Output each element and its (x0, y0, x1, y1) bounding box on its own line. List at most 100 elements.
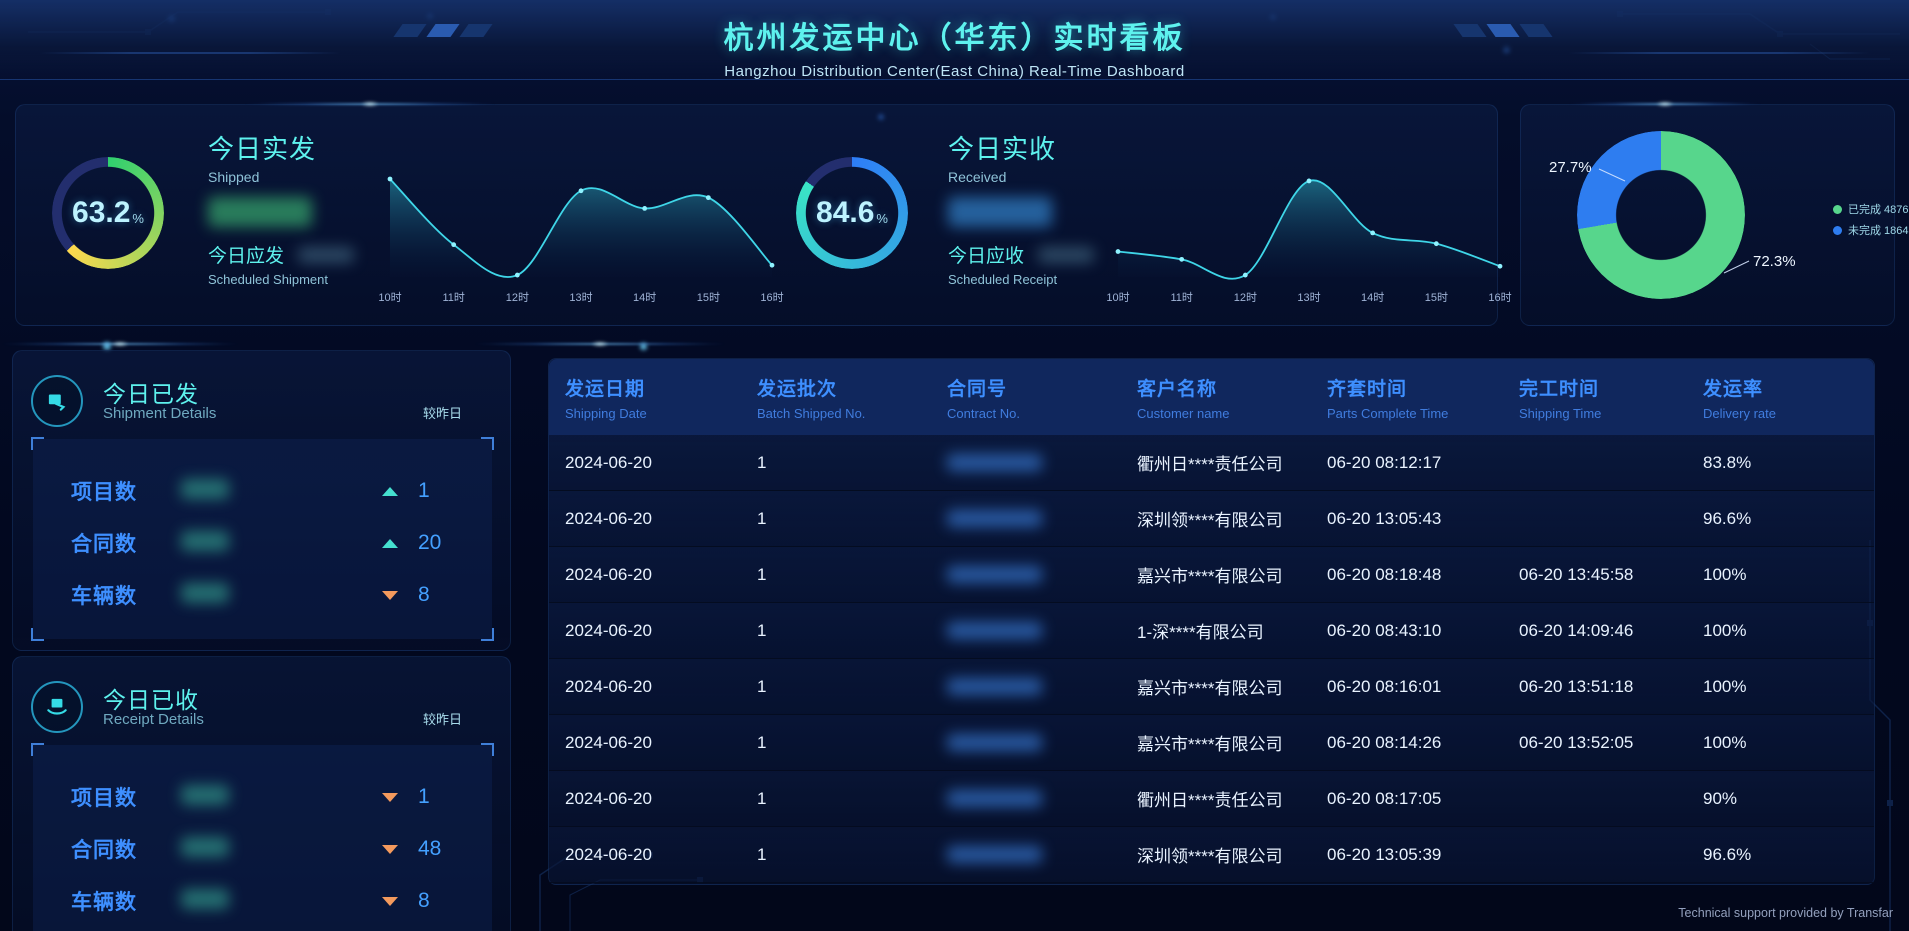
cell-batch-no: 1 (757, 509, 947, 529)
receipt-details-subtitle: Receipt Details (103, 711, 204, 728)
column-title-zh: 客户名称 (1137, 374, 1327, 401)
compare-yesterday-label: 较昨日 (423, 403, 462, 422)
cell-shipping-date: 2024-06-20 (565, 733, 757, 753)
cell-customer-name: 衢州日****责任公司 (1137, 450, 1327, 475)
arrow-down-icon (382, 897, 398, 906)
donut-card: 27.7% 72.3% 已完成 4876未完成 1864 (1520, 104, 1895, 326)
header-line-decor (1569, 52, 1869, 54)
cell-delivery-rate: 96.6% (1703, 509, 1874, 529)
legend-item: 未完成 1864 (1833, 222, 1909, 238)
legend-swatch (1833, 226, 1842, 235)
stat-label: 项目数 (71, 782, 181, 812)
table-row: 2024-06-2011-深****有限公司06-20 08:43:1006-2… (549, 603, 1874, 659)
scheduled-receipt-label: 今日应收 (948, 241, 1024, 268)
svg-text:11时: 11时 (442, 291, 464, 304)
column-title-en: Customer name (1137, 406, 1327, 421)
arrow-down-icon (382, 591, 398, 600)
column-title-en: Delivery rate (1703, 406, 1874, 421)
scheduled-shipment-label: 今日应发 (208, 241, 284, 268)
stat-row: 合同数48 (33, 823, 492, 875)
footer-credit: Technical support provided by Transfar (1678, 906, 1893, 920)
glow-dot (103, 342, 111, 350)
header-line-decor (40, 52, 340, 54)
shipment-details-subtitle: Shipment Details (103, 405, 216, 422)
cell-batch-no: 1 (757, 789, 947, 809)
column-title-en: Parts Complete Time (1327, 406, 1519, 421)
cell-parts-complete-time: 06-20 08:17:05 (1327, 789, 1519, 809)
shipment-details-box: 项目数1合同数20车辆数8 (33, 439, 492, 639)
arrow-up-icon (382, 539, 398, 548)
table-row: 2024-06-201嘉兴市****有限公司06-20 08:18:4806-2… (549, 547, 1874, 603)
legend-item: 已完成 4876 (1833, 201, 1909, 217)
percent-sign: % (132, 211, 144, 226)
stat-label: 车辆数 (71, 580, 181, 610)
shipment-details-header: 今日已发 Shipment Details 较昨日 (13, 351, 510, 437)
contract-value-blurred (947, 678, 1042, 695)
contract-value-blurred (947, 846, 1042, 863)
column-title-zh: 齐套时间 (1327, 374, 1519, 401)
dashboard-root: 杭州发运中心（华东）实时看板 Hangzhou Distribution Cen… (0, 0, 1909, 931)
header-slash-decor-left (398, 24, 488, 37)
cell-delivery-rate: 100% (1703, 677, 1874, 697)
received-gauge: 84.6 % (796, 157, 908, 269)
shipped-trend-chart: 10时11时12时13时14时15时16时 (376, 167, 786, 311)
legend-label: 已完成 4876 (1848, 201, 1909, 217)
package-send-icon (31, 375, 83, 427)
table-row: 2024-06-201衢州日****责任公司06-20 08:12:1783.8… (549, 435, 1874, 491)
stat-value-blurred (181, 479, 229, 499)
svg-text:12时: 12时 (506, 291, 529, 304)
arrow-down-icon (382, 793, 398, 802)
stat-row: 合同数20 (33, 517, 492, 569)
column-title-en: Shipping Time (1519, 406, 1703, 421)
contract-value-blurred (947, 454, 1042, 471)
cell-batch-no: 1 (757, 677, 947, 697)
column-title-zh: 发运率 (1703, 374, 1874, 401)
cell-contract-no (947, 454, 1137, 471)
cell-delivery-rate: 96.6% (1703, 845, 1874, 865)
svg-text:12时: 12时 (1234, 291, 1257, 304)
stat-delta-value: 1 (404, 785, 474, 809)
svg-text:15时: 15时 (1425, 291, 1448, 304)
cell-customer-name: 深圳领****有限公司 (1137, 842, 1327, 867)
cell-shipping-date: 2024-06-20 (565, 789, 757, 809)
table-row: 2024-06-201深圳领****有限公司06-20 13:05:4396.6… (549, 491, 1874, 547)
kpi-card: 63.2 % 今日实发 Shipped 今日应发 Scheduled Shipm… (15, 104, 1498, 326)
table-column-header: 完工时间Shipping Time (1519, 374, 1703, 421)
cell-shipping-time: 06-20 13:51:18 (1519, 677, 1703, 697)
cell-contract-no (947, 734, 1137, 751)
svg-text:11时: 11时 (1170, 291, 1192, 304)
stat-delta-value: 48 (404, 837, 474, 861)
stat-delta-value: 8 (404, 583, 474, 607)
cell-contract-no (947, 678, 1137, 695)
shipped-title: 今日实发 (208, 129, 408, 166)
cell-delivery-rate: 83.8% (1703, 453, 1874, 473)
stat-value-blurred (181, 837, 229, 857)
compare-yesterday-label: 较昨日 (423, 709, 462, 728)
cell-delivery-rate: 100% (1703, 733, 1874, 753)
page-subtitle: Hangzhou Distribution Center(East China)… (0, 63, 1909, 80)
table-column-header: 发运日期Shipping Date (565, 374, 757, 421)
cell-shipping-date: 2024-06-20 (565, 845, 757, 865)
arrow-up-icon (382, 487, 398, 496)
donut-legend: 已完成 4876 未完成 1864 (1833, 201, 1909, 238)
shipment-details-panel: 今日已发 Shipment Details 较昨日 项目数1合同数20车辆数8 (12, 350, 511, 651)
cell-customer-name: 嘉兴市****有限公司 (1137, 674, 1327, 699)
table-column-header: 合同号Contract No. (947, 374, 1137, 421)
light-streak (0, 342, 280, 346)
arrow-down-icon (382, 845, 398, 854)
column-title-zh: 发运日期 (565, 374, 757, 401)
contract-value-blurred (947, 734, 1042, 751)
table-column-header: 齐套时间 Parts Complete Time (1327, 374, 1519, 421)
svg-text:14时: 14时 (1361, 291, 1384, 304)
legend-label: 未完成 1864 (1848, 222, 1909, 238)
cell-batch-no: 1 (757, 565, 947, 585)
cell-shipping-date: 2024-06-20 (565, 509, 757, 529)
cell-parts-complete-time: 06-20 08:16:01 (1327, 677, 1519, 697)
svg-text:10时: 10时 (378, 291, 401, 304)
cell-batch-no: 1 (757, 453, 947, 473)
scheduled-shipment-value-blurred (298, 247, 354, 263)
svg-text:14时: 14时 (633, 291, 656, 304)
shipped-gauge-value: 63.2 % (52, 157, 164, 269)
stat-value-blurred (181, 531, 229, 551)
cell-shipping-date: 2024-06-20 (565, 565, 757, 585)
